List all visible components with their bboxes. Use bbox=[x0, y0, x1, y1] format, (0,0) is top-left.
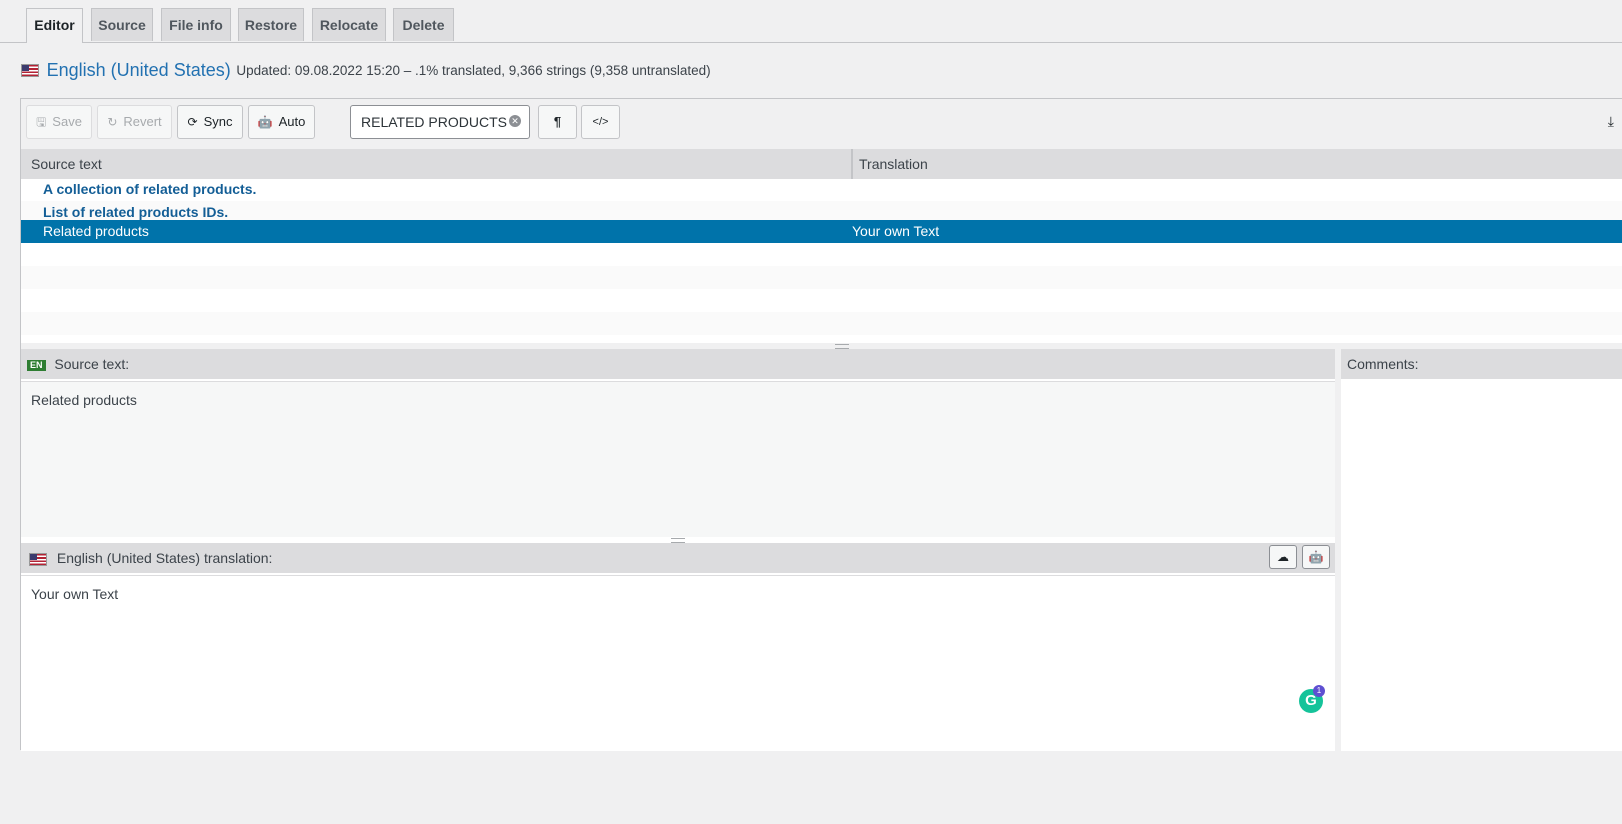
list-item[interactable]: A collection of related products. bbox=[21, 178, 1622, 201]
code-view-toggle-button[interactable]: </> bbox=[581, 105, 620, 139]
empty-row bbox=[21, 243, 1622, 266]
save-button[interactable]: 🖫 Save bbox=[26, 105, 92, 139]
file-status-meta: Updated: 09.08.2022 15:20 – .1% translat… bbox=[236, 63, 711, 78]
tab-editor[interactable]: Editor bbox=[26, 8, 83, 43]
locale-name-link[interactable]: English (United States) bbox=[47, 60, 231, 80]
translation-pane-label: English (United States) translation: bbox=[56, 550, 273, 566]
pilcrow-icon: ¶ bbox=[553, 114, 562, 129]
string-list-header: Source text Translation bbox=[21, 149, 1622, 179]
us-flag-icon bbox=[29, 552, 47, 566]
grammarly-count: 1 bbox=[1316, 686, 1322, 695]
source-pane-label: Source text: bbox=[54, 356, 130, 372]
empty-row bbox=[21, 289, 1622, 312]
revert-button[interactable]: ↻ Revert bbox=[97, 105, 172, 139]
auto-translate-string-button[interactable]: 🤖 bbox=[1302, 545, 1330, 569]
filter-search-input[interactable]: RELATED PRODUCTS ✕ bbox=[350, 105, 530, 139]
sync-button[interactable]: ⟳ Sync bbox=[177, 105, 243, 139]
robot-icon: 🤖 bbox=[1308, 550, 1324, 564]
translation-textarea[interactable]: Your own Text bbox=[21, 575, 1335, 751]
cloud-suggest-button[interactable]: ☁ bbox=[1269, 545, 1297, 569]
empty-row bbox=[21, 312, 1622, 335]
revert-label: Revert bbox=[123, 114, 162, 129]
cloud-icon: ☁ bbox=[1277, 550, 1289, 564]
save-label: Save bbox=[52, 114, 82, 129]
sync-icon: ⟳ bbox=[187, 115, 198, 129]
floppy-icon: 🖫 bbox=[36, 115, 47, 129]
grammarly-count-badge: 1 bbox=[1313, 685, 1325, 697]
invisibles-toggle-button[interactable]: ¶ bbox=[538, 105, 577, 139]
translation-editor: 🖫 Save ↻ Revert ⟳ Sync 🤖 Auto RELATED PR… bbox=[20, 98, 1622, 751]
tab-delete[interactable]: Delete bbox=[393, 8, 454, 41]
sync-label: Sync bbox=[203, 114, 233, 129]
search-value: RELATED PRODUCTS bbox=[361, 114, 507, 130]
translation-pane-header: English (United States) translation: bbox=[21, 543, 1335, 573]
source-column-header[interactable]: Source text bbox=[31, 149, 102, 179]
translation-text: Your own Text bbox=[31, 586, 119, 602]
comments-textarea[interactable] bbox=[1341, 381, 1622, 751]
auto-translate-button[interactable]: 🤖 Auto bbox=[248, 105, 315, 139]
empty-row bbox=[21, 266, 1622, 289]
source-text-view: Related products bbox=[21, 381, 1335, 537]
list-item-selected[interactable]: Related products Your own Text bbox=[21, 220, 1622, 243]
locale-header: English (United States) Updated: 09.08.2… bbox=[21, 60, 711, 82]
revert-icon: ↻ bbox=[107, 115, 118, 129]
comments-pane-header: Comments: bbox=[1341, 349, 1622, 379]
editor-toolbar: 🖫 Save ↻ Revert ⟳ Sync 🤖 Auto RELATED PR… bbox=[21, 99, 1622, 150]
tab-source[interactable]: Source bbox=[91, 8, 153, 41]
row-translation: Your own Text bbox=[852, 223, 940, 239]
tab-restore[interactable]: Restore bbox=[238, 8, 304, 41]
row-source: A collection of related products. bbox=[43, 181, 257, 197]
row-source: Related products bbox=[43, 223, 149, 239]
auto-label: Auto bbox=[278, 114, 306, 129]
source-text: Related products bbox=[31, 392, 137, 408]
translation-column-header[interactable]: Translation bbox=[851, 149, 928, 179]
code-icon: </> bbox=[592, 116, 609, 128]
language-badge: EN bbox=[27, 359, 46, 371]
robot-icon: 🤖 bbox=[257, 115, 273, 129]
tab-file-info[interactable]: File info bbox=[161, 8, 231, 41]
us-flag-icon bbox=[21, 64, 39, 77]
download-icon[interactable]: ⤓ bbox=[1608, 113, 1614, 130]
tab-relocate[interactable]: Relocate bbox=[312, 8, 386, 41]
comments-pane-label: Comments: bbox=[1347, 356, 1419, 372]
clear-search-icon[interactable]: ✕ bbox=[509, 115, 521, 127]
source-pane-header: EN Source text: bbox=[21, 349, 1335, 379]
tab-bar: Editor Source File info Restore Relocate… bbox=[0, 8, 1622, 43]
